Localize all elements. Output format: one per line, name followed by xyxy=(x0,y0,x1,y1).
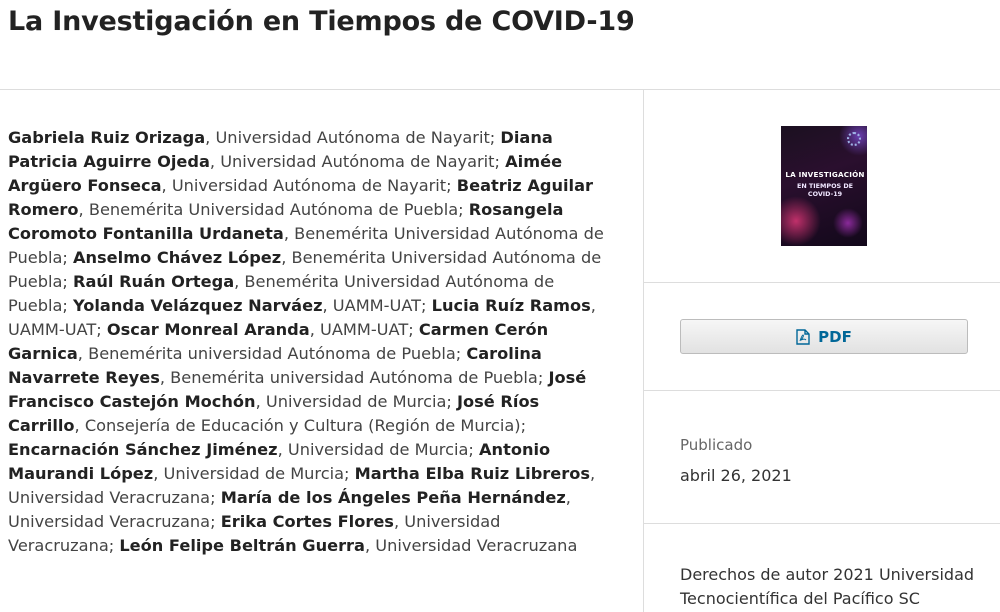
author-affiliation: , Universidad Autónoma de Nayarit; xyxy=(205,128,501,147)
author-affiliation: , Universidad de Murcia; xyxy=(277,440,480,459)
author-affiliation: , Benemérita Universidad Autónoma de Pue… xyxy=(78,200,469,219)
sidebar-divider xyxy=(644,523,1000,524)
author-name: Gabriela Ruiz Orizaga xyxy=(8,128,206,147)
author-affiliation: , Benemérita universidad Autónoma de Pue… xyxy=(159,368,549,387)
sidebar-divider xyxy=(644,282,1000,283)
author-name: María de los Ángeles Peña Hernández xyxy=(220,488,566,507)
author-name: Raúl Ruán Ortega xyxy=(73,272,235,291)
author-affiliation: , Benemérita universidad Autónoma de Pue… xyxy=(77,344,467,363)
sidebar-divider xyxy=(644,390,1000,391)
pdf-download-button[interactable]: PDF xyxy=(680,319,968,354)
file-pdf-icon xyxy=(796,328,810,345)
page-title: La Investigación en Tiempos de COVID-19 xyxy=(8,6,635,37)
book-cover-image[interactable]: LA INVESTIGACIÓN EN TIEMPOS DE COVID-19 xyxy=(781,126,867,246)
cover-decoration xyxy=(781,196,821,246)
pdf-button-label: PDF xyxy=(818,327,852,346)
authors-list: Gabriela Ruiz Orizaga, Universidad Autón… xyxy=(8,126,608,558)
cover-title-line2: EN TIEMPOS DE COVID-19 xyxy=(796,182,853,198)
author-affiliation: , Universidad Veracruzana xyxy=(364,536,578,555)
author-affiliation: , UAMM-UAT; xyxy=(322,296,432,315)
author-affiliation: , Universidad Autónoma de Nayarit; xyxy=(209,152,506,171)
header-divider xyxy=(0,89,1000,90)
author-affiliation: , Universidad de Murcia; xyxy=(255,392,458,411)
author-affiliation: , UAMM-UAT; xyxy=(309,320,419,339)
author-name: León Felipe Beltrán Guerra xyxy=(119,536,365,555)
published-date: abril 26, 2021 xyxy=(680,466,792,485)
published-label: Publicado xyxy=(680,436,753,454)
author-name: Anselmo Chávez López xyxy=(73,248,282,267)
column-divider xyxy=(643,90,644,612)
author-name: Oscar Monreal Aranda xyxy=(106,320,310,339)
copyright-text: Derechos de autor 2021 Universidad Tecno… xyxy=(680,565,975,608)
virus-icon xyxy=(847,132,861,146)
author-name: Encarnación Sánchez Jiménez xyxy=(8,440,278,459)
author-affiliation: , Consejería de Educación y Cultura (Reg… xyxy=(74,416,527,435)
cover-decoration xyxy=(833,208,863,238)
author-affiliation: , Universidad Autónoma de Nayarit; xyxy=(161,176,457,195)
author-name: Erika Cortes Flores xyxy=(220,512,394,531)
author-affiliation: , Universidad de Murcia; xyxy=(153,464,355,483)
author-name: Lucia Ruíz Ramos xyxy=(431,296,591,315)
cover-title-line1: LA INVESTIGACIÓN xyxy=(785,170,865,179)
author-name: Yolanda Velázquez Narváez xyxy=(73,296,323,315)
author-name: Martha Elba Ruiz Libreros xyxy=(354,464,590,483)
